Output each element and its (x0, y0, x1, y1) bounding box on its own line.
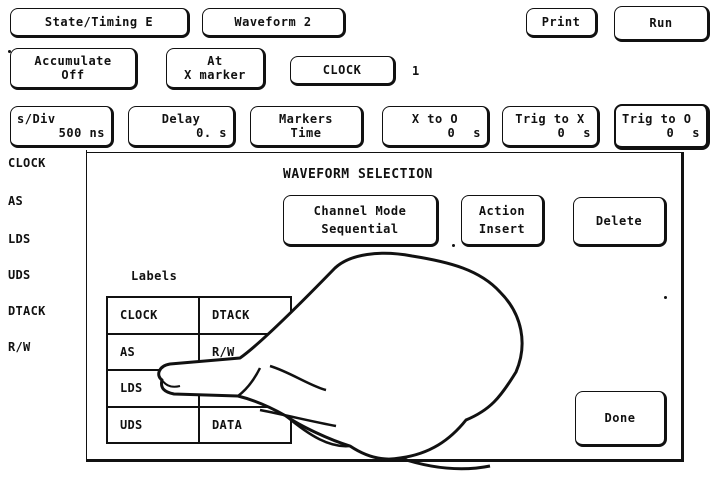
label-cell[interactable]: LDS (107, 370, 199, 407)
delete-button[interactable]: Delete (573, 197, 667, 247)
action-value: Insert (478, 222, 526, 236)
action-label: Action (478, 203, 526, 218)
sdiv-label: s/Div (17, 111, 56, 126)
clock-field-label: CLOCK (322, 62, 362, 77)
x-to-o-value: 0 (447, 126, 456, 140)
markers-value: Time (290, 126, 322, 140)
sdiv-value: 500 ns (58, 126, 105, 140)
sdiv-button[interactable]: s/Div 500 ns (10, 106, 114, 148)
channel-mode-label: Channel Mode (313, 203, 407, 218)
scan-dot (452, 244, 455, 247)
trig-to-x-value: 0 (557, 126, 566, 140)
x-to-o-label: X to O (411, 111, 459, 126)
sidebar-item-as[interactable]: AS (8, 194, 23, 208)
markers-label: Markers (278, 111, 334, 126)
channel-mode-value: Sequential (321, 222, 399, 236)
trig-to-x-label: Trig to X (515, 111, 585, 126)
trig-to-o-button[interactable]: Trig to O 0 s (614, 104, 710, 150)
scan-dot (8, 50, 11, 53)
at-value: X marker (184, 68, 246, 82)
waveform-button[interactable]: Waveform 2 (202, 8, 346, 38)
waveform-label: Waveform 2 (234, 14, 312, 29)
at-marker-button[interactable]: At X marker (166, 48, 266, 90)
label-cell[interactable]: AS (107, 333, 199, 370)
run-button[interactable]: Run (614, 6, 710, 42)
x-to-o-button[interactable]: X to O 0 s (382, 106, 490, 148)
state-timing-label: State/Timing E (44, 14, 154, 29)
trig-to-o-unit: s (692, 126, 700, 140)
labels-heading: Labels (131, 269, 178, 283)
trig-to-x-unit: s (583, 126, 591, 140)
channel-mode-button[interactable]: Channel Mode Sequential (283, 195, 439, 247)
action-button[interactable]: Action Insert (461, 195, 545, 247)
labels-grid: CLOCK DTACK AS R/W LDS UDS DATA (106, 296, 292, 444)
delay-value: 0. s (196, 126, 227, 140)
sidebar-item-uds[interactable]: UDS (8, 268, 31, 282)
done-label: Done (604, 410, 636, 425)
x-to-o-value-row: 0 s (389, 126, 481, 140)
at-label: At (207, 53, 223, 68)
trig-to-x-value-row: 0 s (509, 126, 591, 140)
label-cell[interactable]: R/W (199, 333, 291, 370)
dialog-title: WAVEFORM SELECTION (283, 167, 433, 182)
sidebar-item-dtack[interactable]: DTACK (8, 304, 46, 318)
trig-to-o-value-row: 0 s (622, 126, 700, 140)
sidebar-item-lds[interactable]: LDS (8, 232, 31, 246)
waveform-label-sidebar: CLOCK AS LDS UDS DTACK R/W (0, 150, 87, 460)
sidebar-item-clock[interactable]: CLOCK (8, 156, 46, 170)
clock-value: 1 (412, 64, 420, 78)
delete-label: Delete (595, 213, 643, 228)
trig-to-o-label: Trig to O (622, 111, 692, 126)
delay-label: Delay (161, 111, 201, 126)
trig-to-o-value: 0 (666, 126, 675, 140)
accumulate-value: Off (61, 68, 85, 82)
accumulate-label: Accumulate (34, 53, 112, 68)
print-label: Print (541, 14, 581, 29)
markers-button[interactable]: Markers Time (250, 106, 364, 148)
print-button[interactable]: Print (526, 8, 598, 38)
x-to-o-unit: s (473, 126, 481, 140)
label-cell[interactable] (199, 370, 291, 407)
label-cell[interactable]: UDS (107, 406, 199, 443)
scan-dot (664, 296, 667, 299)
label-cell[interactable]: DTACK (199, 297, 291, 334)
done-button[interactable]: Done (575, 391, 667, 447)
sidebar-item-rw[interactable]: R/W (8, 340, 31, 354)
run-label: Run (649, 15, 673, 30)
delay-button[interactable]: Delay 0. s (128, 106, 236, 148)
trig-to-x-button[interactable]: Trig to X 0 s (502, 106, 600, 148)
accumulate-button[interactable]: Accumulate Off (10, 48, 138, 90)
clock-field[interactable]: CLOCK (290, 56, 396, 86)
label-cell[interactable]: DATA (199, 406, 291, 443)
state-timing-button[interactable]: State/Timing E (10, 8, 190, 38)
label-cell[interactable]: CLOCK (107, 297, 199, 334)
